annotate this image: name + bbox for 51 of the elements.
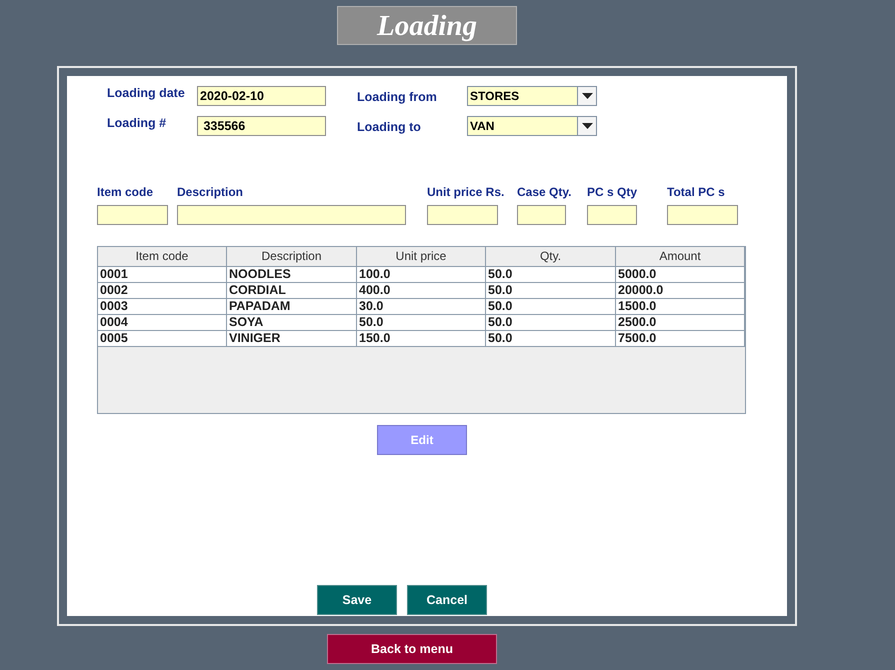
table-cell: 50.0 xyxy=(486,267,616,283)
field-label: Unit price Rs. xyxy=(427,185,504,201)
input-field[interactable] xyxy=(427,205,498,225)
input-field[interactable] xyxy=(587,205,637,225)
field-label: Loading date xyxy=(107,86,185,100)
page-title: Loading xyxy=(337,6,517,45)
table-cell: SOYA xyxy=(227,315,357,331)
caret-icon xyxy=(582,93,592,99)
field-label: Loading to xyxy=(357,120,421,134)
field-label: Loading # xyxy=(107,116,166,130)
input-field[interactable] xyxy=(667,205,738,225)
save-button[interactable]: Save xyxy=(317,585,397,615)
table-cell: 5000.0 xyxy=(616,267,745,283)
table-cell: 2500.0 xyxy=(616,315,745,331)
table-cell: 30.0 xyxy=(357,299,486,315)
cancel-button[interactable]: Cancel xyxy=(407,585,487,615)
table-cell: 0003 xyxy=(98,299,227,315)
table-cell: 0001 xyxy=(98,267,227,283)
table-cell: 100.0 xyxy=(357,267,486,283)
table-cell: 0004 xyxy=(98,315,227,331)
dropdown[interactable]: VAN xyxy=(467,116,597,136)
back-button[interactable]: Back to menu xyxy=(327,634,497,664)
table-cell: 50.0 xyxy=(486,299,616,315)
text-field[interactable]: 2020-02-10 xyxy=(197,86,326,106)
table-cell: 1500.0 xyxy=(616,299,745,315)
input-field[interactable] xyxy=(97,205,168,225)
table-cell: 50.0 xyxy=(357,315,486,331)
text-field[interactable]: 335566 xyxy=(197,116,326,136)
table-cell: 20000.0 xyxy=(616,283,745,299)
field-label: Case Qty. xyxy=(517,185,572,201)
table-cell: CORDIAL xyxy=(227,283,357,299)
table-cell: 0005 xyxy=(98,331,227,347)
field-label: Total PC s xyxy=(667,185,725,201)
table-cell: 50.0 xyxy=(486,283,616,299)
table-cell: VINIGER xyxy=(227,331,357,347)
table-cell: 0002 xyxy=(98,283,227,299)
caret-icon xyxy=(582,123,592,129)
dropdown[interactable]: STORES xyxy=(467,86,597,106)
field-label: Loading from xyxy=(357,90,437,104)
table-cell: 50.0 xyxy=(486,315,616,331)
field-label: Description xyxy=(177,185,244,201)
table-cell: 7500.0 xyxy=(616,331,745,347)
field-label: PC s Qty xyxy=(587,185,638,201)
table-cell: 150.0 xyxy=(357,331,486,347)
table-cell: PAPADAM xyxy=(227,299,357,315)
input-field[interactable] xyxy=(517,205,566,225)
table-cell: 400.0 xyxy=(357,283,486,299)
table-cell: NOODLES xyxy=(227,267,357,283)
field-label: Item code xyxy=(97,185,154,201)
input-field[interactable] xyxy=(177,205,406,225)
table-cell: 50.0 xyxy=(486,331,616,347)
